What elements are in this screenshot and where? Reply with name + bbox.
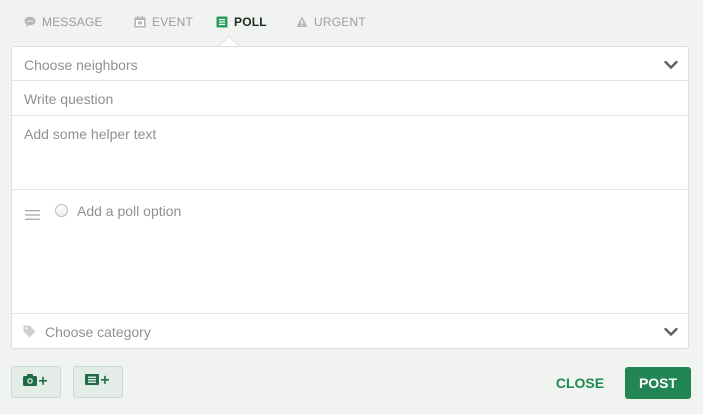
question-placeholder: Write question	[24, 91, 114, 107]
close-button[interactable]: CLOSE	[553, 367, 607, 399]
poll-list-icon	[216, 16, 228, 28]
tab-event[interactable]: EVENT	[134, 13, 193, 31]
helper-text-input[interactable]: Add some helper text	[12, 116, 688, 190]
list-plus-icon	[85, 373, 111, 392]
warning-icon	[296, 16, 308, 28]
tab-urgent-label: URGENT	[314, 15, 366, 29]
poll-options-area: Add a poll option	[12, 190, 688, 314]
neighbors-select[interactable]: Choose neighbors	[12, 47, 688, 81]
chevron-down-icon	[664, 58, 678, 70]
helper-text-placeholder: Add some helper text	[24, 126, 157, 142]
poll-form: Choose neighbors Write question Add some…	[11, 46, 689, 349]
tab-event-label: EVENT	[152, 15, 194, 29]
tab-message[interactable]: MESSAGE	[24, 13, 103, 31]
category-select[interactable]: Choose category	[12, 314, 688, 348]
tag-icon	[23, 325, 36, 338]
drag-handle-icon[interactable]	[25, 207, 40, 220]
post-button[interactable]: POST	[625, 367, 691, 399]
tab-message-label: MESSAGE	[42, 15, 103, 29]
add-list-button[interactable]	[73, 366, 123, 398]
tab-poll-label: POLL	[234, 15, 267, 29]
question-input[interactable]: Write question	[12, 81, 688, 116]
tab-poll[interactable]: POLL	[216, 13, 267, 31]
tab-urgent[interactable]: URGENT	[296, 13, 366, 31]
compose-tabs: MESSAGE EVENT POLL URGENT	[0, 0, 703, 46]
poll-option-input[interactable]: Add a poll option	[77, 203, 181, 219]
speech-bubble-icon	[24, 16, 36, 28]
calendar-icon	[134, 16, 146, 28]
camera-plus-icon	[23, 373, 49, 392]
chevron-down-icon	[664, 325, 678, 337]
category-select-label: Choose category	[45, 324, 151, 340]
add-photo-button[interactable]	[11, 366, 61, 398]
poll-option-radio[interactable]	[55, 204, 68, 217]
neighbors-select-label: Choose neighbors	[24, 57, 138, 73]
